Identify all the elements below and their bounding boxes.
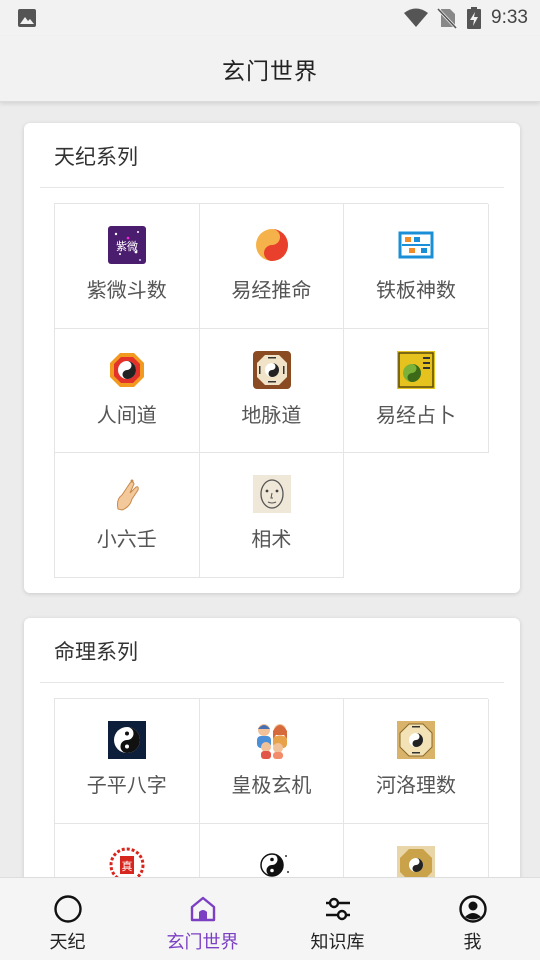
grid-item-label: 铁板神数: [375, 278, 456, 302]
yijing-tuiming-icon: [255, 229, 288, 261]
grid-item-ziping[interactable]: 子平八字: [55, 699, 200, 824]
section-card-mingli: 命理系列 子平八字 皇极玄机 河洛理数 真: [24, 618, 520, 877]
grid-item-ziwei[interactable]: 紫微 紫微斗数: [55, 204, 200, 329]
grid-item-xiaoliuren[interactable]: 小六壬: [55, 453, 200, 578]
image-icon: [17, 8, 37, 32]
nav-label: 玄门世界: [166, 932, 239, 953]
grid-item-label: 易经推命: [231, 278, 312, 302]
abacus-icon: [398, 231, 434, 259]
circle-icon: [53, 895, 82, 923]
grid-item-4[interactable]: 真: [55, 823, 200, 877]
grid-item-label: 地脉道: [241, 402, 302, 427]
yijing-zhanbu-icon: [397, 350, 436, 389]
heluo-icon: [397, 721, 436, 759]
svg-text:真: 真: [122, 859, 133, 873]
section-title: 命理系列: [54, 640, 138, 664]
red-seal-icon: 真: [109, 847, 145, 877]
home-icon: [190, 896, 215, 922]
family-icon: [256, 724, 287, 759]
grid-item-yijing-tuiming[interactable]: 易经推命: [199, 204, 345, 329]
grid-item-dimaidao[interactable]: 地脉道: [199, 328, 345, 453]
grid-item-huangji[interactable]: 皇极玄机: [199, 699, 345, 824]
grid-item-heluo[interactable]: 河洛理数: [344, 699, 489, 824]
grid-item-label: 易经占卜: [375, 402, 456, 427]
status-time: 9:33: [491, 7, 528, 28]
section-card-tianji: 天纪系列 紫微 紫微斗数 易经推命 铁板神数 人间道 地脉道 易经占卜 小六壬 …: [24, 123, 520, 593]
grid-item-xiangshu[interactable]: 相术: [199, 453, 345, 578]
feature-grid: 紫微 紫微斗数 易经推命 铁板神数 人间道 地脉道 易经占卜 小六壬 相术: [54, 203, 489, 578]
grid-item-label: 紫微斗数: [86, 278, 167, 302]
content-scroll[interactable]: 天纪系列 紫微 紫微斗数 易经推命 铁板神数 人间道 地脉道 易经占卜 小六壬 …: [0, 102, 540, 877]
grid-item-label: 人间道: [96, 402, 157, 427]
profile-icon: [458, 895, 487, 923]
grid-item-label: 相术: [251, 527, 292, 551]
bottom-nav: 天纪 玄门世界 知识库 我: [0, 877, 540, 960]
nav-label: 天纪: [49, 932, 86, 953]
grid-item-renjiandao[interactable]: 人间道: [55, 328, 200, 453]
hand-icon: [117, 479, 139, 511]
nav-tab-me[interactable]: 我: [405, 878, 540, 960]
sliders-icon: [325, 897, 350, 921]
grid-empty-cell: [344, 453, 489, 578]
grid-item-tieban[interactable]: 铁板神数: [344, 204, 489, 329]
face-icon: [252, 475, 291, 513]
bagua-icon: [110, 352, 144, 387]
page-title: 玄门世界: [222, 58, 318, 85]
dimai-bagua-icon: [252, 350, 291, 389]
grid-item-label: 皇极玄机: [231, 773, 312, 797]
app-bar: 玄门世界: [0, 36, 540, 102]
grid-item-label: 小六壬: [96, 527, 157, 551]
grid-item-label: 子平八字: [86, 773, 167, 797]
section-title: 天纪系列: [54, 145, 138, 169]
grid-item-6[interactable]: [344, 823, 489, 877]
battery-charging-icon: [467, 7, 482, 29]
divider: [40, 682, 504, 683]
grid-item-label: 河洛理数: [375, 773, 456, 797]
nav-label: 知识库: [310, 932, 365, 953]
bagua-gold-icon: [397, 845, 436, 877]
status-bar: 9:33: [0, 0, 540, 36]
svg-text:紫微: 紫微: [116, 239, 138, 253]
yinyang-icon: [259, 852, 289, 877]
ziwei-icon: 紫微: [108, 226, 146, 264]
wifi-icon: [403, 8, 429, 28]
nav-tab-zhishiku[interactable]: 知识库: [270, 878, 405, 960]
nav-label: 我: [463, 932, 482, 953]
feature-grid: 子平八字 皇极玄机 河洛理数 真: [54, 698, 489, 877]
divider: [40, 187, 504, 188]
nav-tab-tianji[interactable]: 天纪: [0, 878, 135, 960]
nav-tab-xuanmen[interactable]: 玄门世界: [135, 878, 270, 960]
taiji-icon: [108, 721, 146, 759]
grid-item-5[interactable]: [199, 823, 345, 877]
grid-item-yijing-zhanbu[interactable]: 易经占卜: [344, 328, 489, 453]
no-sim-icon: [437, 7, 458, 29]
